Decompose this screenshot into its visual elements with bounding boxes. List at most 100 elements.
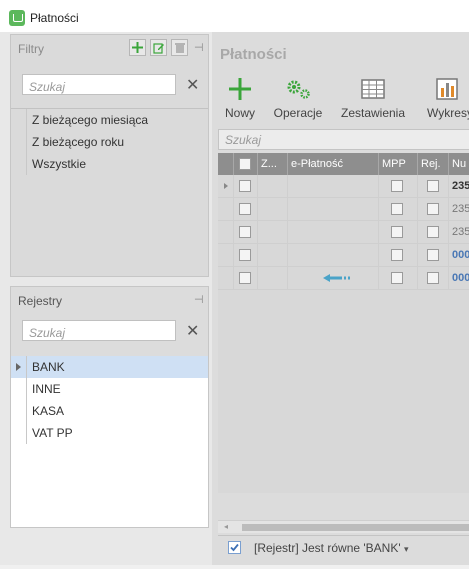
- rej-checkbox[interactable]: [427, 226, 439, 238]
- new-button[interactable]: Nowy: [220, 76, 260, 126]
- registers-search-input[interactable]: Szukaj: [22, 320, 176, 341]
- row-select-checkbox[interactable]: [239, 226, 251, 238]
- window-title: Płatności: [30, 11, 79, 25]
- table-row[interactable]: 235: [218, 198, 469, 221]
- table-cell: 235: [449, 221, 469, 244]
- table-cell: 235: [449, 175, 469, 198]
- clear-search-icon[interactable]: ✕: [186, 75, 199, 95]
- grid-search-input[interactable]: Szukaj: [218, 129, 469, 150]
- table-cell: [218, 175, 234, 198]
- row-select-checkbox[interactable]: [239, 180, 251, 192]
- reports-button[interactable]: Zestawienia: [340, 76, 406, 126]
- select-all-checkbox[interactable]: [239, 158, 251, 170]
- filter-item[interactable]: Z bieżącego miesiąca: [11, 109, 208, 131]
- left-arrow-icon: [322, 272, 352, 287]
- clear-search-icon[interactable]: ✕: [186, 321, 199, 341]
- header-indicator-cell: [218, 153, 234, 175]
- filters-search-placeholder: Szukaj: [29, 80, 66, 94]
- mpp-checkbox[interactable]: [391, 180, 403, 192]
- register-item-label: INNE: [32, 382, 61, 396]
- payments-grid: Z... e-Płatność MPP Rej. Nu 235 235 235 000…: [218, 153, 469, 493]
- filter-item-label: Wszystkie: [32, 157, 86, 171]
- row-gutter: [11, 378, 27, 400]
- table-cell: [379, 221, 418, 244]
- row-select-checkbox[interactable]: [239, 249, 251, 261]
- row-gutter: [11, 356, 27, 378]
- table-cell: [379, 198, 418, 221]
- mpp-checkbox[interactable]: [391, 272, 403, 284]
- table-cell: [234, 244, 258, 267]
- payment-number: 000: [452, 272, 469, 284]
- delete-filter-button[interactable]: [171, 39, 188, 56]
- table-cell: [288, 175, 379, 198]
- row-select-checkbox[interactable]: [239, 203, 251, 215]
- table-cell: [258, 198, 288, 221]
- table-cell: [218, 244, 234, 267]
- rej-checkbox[interactable]: [427, 203, 439, 215]
- rej-checkbox[interactable]: [427, 249, 439, 261]
- charts-button[interactable]: Wykresy: [422, 76, 469, 126]
- mpp-checkbox[interactable]: [391, 226, 403, 238]
- trash-icon: [174, 42, 185, 53]
- register-item-inne[interactable]: INNE: [11, 378, 208, 400]
- chart-icon: [436, 78, 458, 100]
- filters-panel-title: Filtry: [18, 42, 44, 56]
- register-item-vat-pp[interactable]: VAT PP: [11, 422, 208, 444]
- registers-list: BANK INNE KASA VAT PP: [11, 356, 208, 527]
- filter-expression[interactable]: [Rejestr] Jest równe 'BANK' ▾: [254, 541, 409, 555]
- table-row[interactable]: 235: [218, 175, 469, 198]
- table-row[interactable]: 235: [218, 221, 469, 244]
- filter-item[interactable]: Wszystkie: [11, 153, 208, 175]
- mpp-checkbox[interactable]: [391, 249, 403, 261]
- table-cell: [218, 221, 234, 244]
- table-cell: [418, 267, 449, 290]
- column-header-rej[interactable]: Rej.: [418, 153, 449, 175]
- table-cell: [418, 244, 449, 267]
- register-item-label: BANK: [32, 360, 65, 374]
- scroll-left-arrow-icon[interactable]: ◂: [224, 522, 228, 531]
- dropdown-arrow-icon[interactable]: ▾: [404, 544, 409, 554]
- filter-item[interactable]: Z bieżącego roku: [11, 131, 208, 153]
- table-cell: 000: [449, 267, 469, 290]
- table-icon: [361, 79, 385, 99]
- filter-enabled-checkbox[interactable]: [228, 541, 241, 554]
- column-header-number[interactable]: Nu: [449, 153, 469, 175]
- payment-number: 235: [452, 180, 469, 192]
- table-row[interactable]: 000: [218, 244, 469, 267]
- header-select-all[interactable]: [234, 153, 258, 175]
- register-item-label: VAT PP: [32, 426, 73, 440]
- filter-bar: [Rejestr] Jest równe 'BANK' ▾: [218, 535, 469, 557]
- table-cell: [379, 175, 418, 198]
- page-title: Płatności: [220, 46, 287, 63]
- scrollbar-thumb[interactable]: [242, 524, 469, 531]
- filters-search-input[interactable]: Szukaj: [22, 74, 176, 95]
- table-cell: [379, 244, 418, 267]
- rej-checkbox[interactable]: [427, 180, 439, 192]
- register-item-bank[interactable]: BANK: [11, 356, 208, 378]
- row-gutter: [11, 400, 27, 422]
- column-header-z[interactable]: Z...: [258, 153, 288, 175]
- add-filter-button[interactable]: [129, 39, 146, 56]
- pin-icon[interactable]: ⊣: [194, 41, 204, 54]
- table-cell: [418, 175, 449, 198]
- rej-checkbox[interactable]: [427, 272, 439, 284]
- row-select-checkbox[interactable]: [239, 272, 251, 284]
- column-header-mpp[interactable]: MPP: [379, 153, 418, 175]
- registers-panel-title: Rejestry: [18, 294, 63, 308]
- filters-panel-header: Filtry ⊣: [11, 35, 208, 60]
- mpp-checkbox[interactable]: [391, 203, 403, 215]
- table-cell: [258, 175, 288, 198]
- column-header-e-payment[interactable]: e-Płatność: [288, 153, 379, 175]
- table-cell: [234, 198, 258, 221]
- horizontal-scrollbar[interactable]: ◂: [218, 520, 469, 533]
- edit-filter-button[interactable]: [150, 39, 167, 56]
- operations-button[interactable]: Operacje: [270, 76, 326, 126]
- pin-icon[interactable]: ⊣: [194, 293, 204, 306]
- register-item-kasa[interactable]: KASA: [11, 400, 208, 422]
- grid-header: Z... e-Płatność MPP Rej. Nu: [218, 153, 469, 175]
- row-gutter: [11, 422, 27, 444]
- table-cell: 235: [449, 198, 469, 221]
- charts-button-label: Wykresy: [427, 106, 469, 120]
- plus-icon: [229, 78, 251, 100]
- table-cell: [258, 244, 288, 267]
